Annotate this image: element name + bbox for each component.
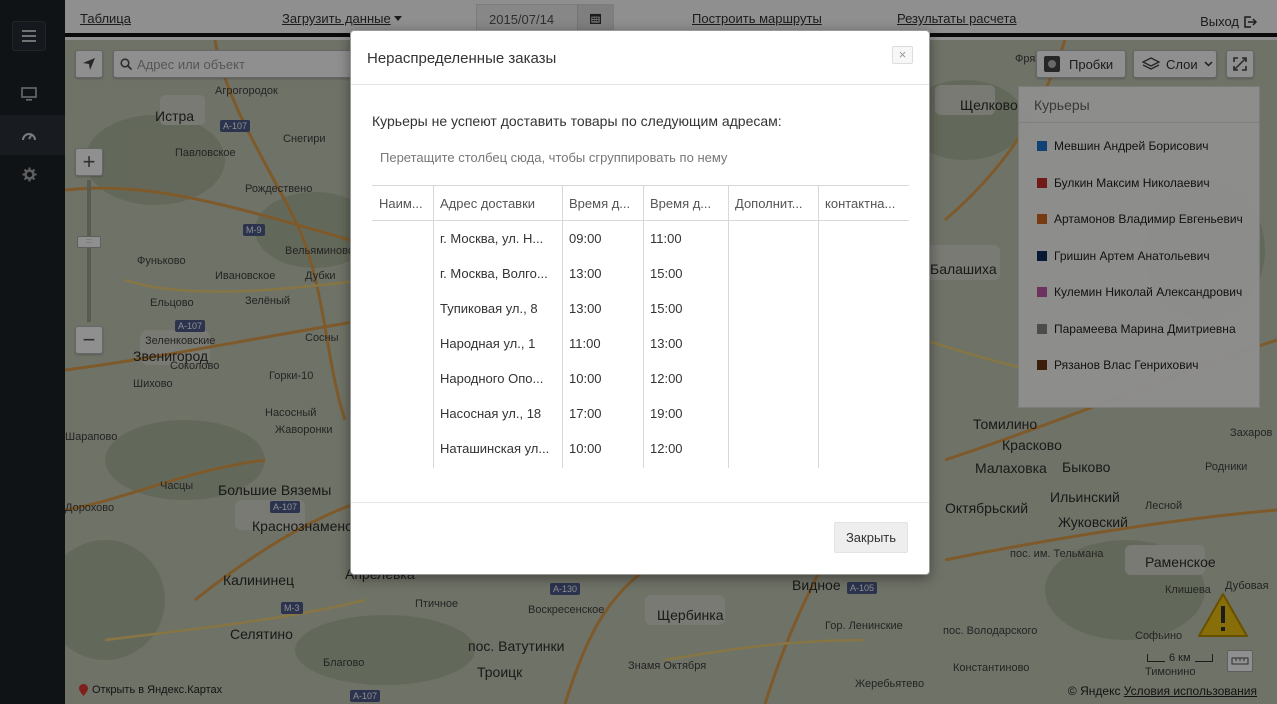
- grid-cell: 11:00: [650, 231, 682, 246]
- close-button[interactable]: Закрыть: [834, 522, 908, 553]
- grid-cell: 11:00: [569, 336, 601, 351]
- grid-cell: 12:00: [650, 371, 683, 386]
- grid-column-header[interactable]: Дополнит...: [735, 196, 815, 211]
- grid-column-divider: [562, 185, 563, 468]
- dialog-header: Нераспределенные заказы ×: [351, 31, 929, 85]
- grid-column-header[interactable]: Время д...: [569, 196, 640, 211]
- grid-column-header[interactable]: Адрес доставки: [440, 196, 559, 211]
- grid-cell: 10:00: [569, 441, 602, 456]
- group-by-drop-zone[interactable]: Перетащите столбец сюда, чтобы сгруппиро…: [380, 150, 727, 165]
- grid-cell: Насосная ул., 18: [440, 406, 542, 421]
- dialog-title: Нераспределенные заказы: [367, 50, 557, 67]
- grid-cell: 09:00: [569, 231, 602, 246]
- grid-column-header[interactable]: Наим...: [379, 196, 430, 211]
- grid-cell: Народного Опо...: [440, 371, 544, 386]
- orders-grid: Наим... Адрес доставки Время д... Время д..…: [372, 185, 909, 468]
- grid-column-divider: [433, 185, 434, 468]
- grid-cell: г. Москва, Волго...: [440, 266, 548, 281]
- grid-cell: Народная ул., 1: [440, 336, 536, 351]
- dialog-message: Курьеры не успеют доставить товары по сл…: [372, 113, 782, 129]
- dialog-body: Курьеры не успеют доставить товары по сл…: [372, 85, 909, 502]
- grid-cell: 13:00: [650, 336, 683, 351]
- grid-cell: 10:00: [569, 371, 602, 386]
- grid-column-divider: [818, 185, 819, 468]
- grid-cell: 13:00: [569, 266, 602, 281]
- grid-column-divider: [728, 185, 729, 468]
- grid-cell: г. Москва, ул. Н...: [440, 231, 544, 246]
- dialog-close-icon[interactable]: ×: [892, 46, 913, 64]
- grid-cell: 13:00: [569, 301, 602, 316]
- grid-column-header[interactable]: Время д...: [650, 196, 725, 211]
- grid-cell: 15:00: [650, 266, 683, 281]
- grid-cell: 17:00: [569, 406, 602, 421]
- grid-cell: 15:00: [650, 301, 683, 316]
- grid-cell: Тупиковая ул., 8: [440, 301, 538, 316]
- grid-cell: Наташинская ул...: [440, 441, 550, 456]
- grid-column-divider: [643, 185, 644, 468]
- grid-cell: 12:00: [650, 441, 683, 456]
- dialog-footer: Закрыть: [351, 502, 929, 574]
- grid-column-header[interactable]: контактна...: [825, 196, 906, 211]
- unassigned-orders-dialog: Нераспределенные заказы × Курьеры не усп…: [350, 30, 930, 575]
- grid-cell: 19:00: [650, 406, 683, 421]
